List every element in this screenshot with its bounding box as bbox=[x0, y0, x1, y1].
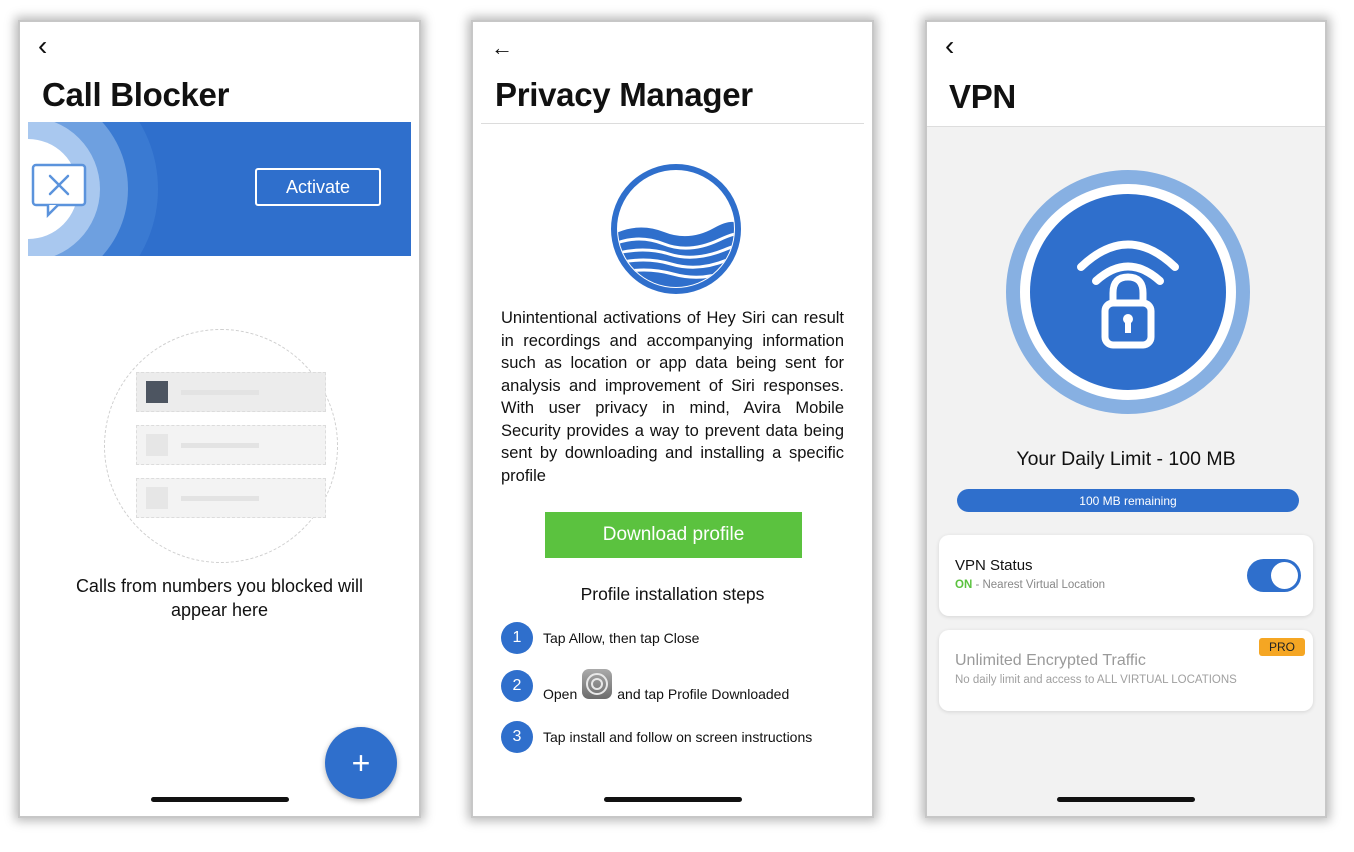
data-remaining-label: 100 MB remaining bbox=[1079, 493, 1177, 508]
step-number: 3 bbox=[501, 721, 533, 753]
step-item: 2 Open and tap Profile Downloaded bbox=[501, 669, 790, 702]
placeholder-row bbox=[136, 425, 326, 465]
blocked-message-icon bbox=[31, 163, 87, 218]
add-number-button[interactable]: + bbox=[325, 727, 397, 799]
empty-state-message: Calls from numbers you blocked will appe… bbox=[75, 576, 364, 620]
placeholder-row bbox=[136, 372, 326, 412]
home-indicator[interactable] bbox=[603, 797, 742, 802]
privacy-manager-screen: ← Privacy Manager Unintentional activati… bbox=[471, 20, 874, 818]
page-title: Privacy Manager bbox=[495, 76, 753, 113]
unlimited-upsell-card[interactable]: Unlimited Encrypted Traffic No daily lim… bbox=[939, 630, 1313, 711]
activate-banner: Activate bbox=[28, 122, 411, 256]
page-title: Call Blocker bbox=[42, 76, 230, 113]
vpn-status-location: - Nearest Virtual Location bbox=[972, 579, 1105, 591]
back-icon[interactable]: ‹ bbox=[945, 32, 954, 60]
step-item: 3 Tap install and follow on screen instr… bbox=[501, 721, 812, 753]
download-profile-button[interactable]: Download profile bbox=[545, 512, 802, 558]
privacy-description: Unintentional activations of Hey Siri ca… bbox=[501, 309, 844, 485]
step-text: Tap Allow, then tap Close bbox=[543, 630, 700, 646]
upsell-detail: No daily limit and access to ALL VIRTUAL… bbox=[955, 674, 1237, 686]
data-remaining-bar: 100 MB remaining bbox=[957, 489, 1299, 512]
back-icon[interactable]: ‹ bbox=[38, 32, 47, 60]
back-arrow-icon[interactable]: ← bbox=[491, 34, 513, 62]
page-title: VPN bbox=[949, 78, 1016, 115]
vpn-lock-icon[interactable] bbox=[1003, 167, 1253, 417]
vpn-toggle[interactable] bbox=[1247, 559, 1301, 592]
upsell-title: Unlimited Encrypted Traffic bbox=[955, 652, 1146, 669]
pro-badge: PRO bbox=[1259, 638, 1305, 656]
step-text: Open bbox=[543, 686, 578, 702]
vpn-status-detail: ON - Nearest Virtual Location bbox=[955, 579, 1105, 591]
daily-limit-label: Your Daily Limit - 100 MB bbox=[1016, 448, 1236, 470]
steps-title: Profile installation steps bbox=[580, 584, 765, 604]
step-number: 2 bbox=[501, 670, 533, 702]
home-indicator[interactable] bbox=[150, 797, 289, 802]
placeholder-row bbox=[136, 478, 326, 518]
step-text: and tap Profile Downloaded bbox=[617, 686, 790, 702]
activate-button[interactable]: Activate bbox=[255, 168, 381, 206]
vpn-screen: ‹ VPN Your Daily Limit - 100 MB 100 MB r… bbox=[925, 20, 1327, 818]
call-blocker-screen: ‹ Call Blocker Activate Calls from numbe… bbox=[18, 20, 421, 818]
vpn-status-card: VPN Status ON - Nearest Virtual Location bbox=[939, 535, 1313, 616]
home-indicator[interactable] bbox=[1057, 797, 1195, 802]
header-divider bbox=[481, 123, 864, 124]
siri-waves-icon bbox=[611, 164, 741, 294]
vpn-status-on: ON bbox=[955, 579, 973, 591]
vpn-status-title: VPN Status bbox=[955, 557, 1033, 574]
step-text: Tap install and follow on screen instruc… bbox=[543, 729, 813, 745]
step-number: 1 bbox=[501, 622, 533, 654]
settings-app-icon bbox=[582, 669, 613, 699]
step-item: 1 Tap Allow, then tap Close bbox=[501, 622, 699, 654]
